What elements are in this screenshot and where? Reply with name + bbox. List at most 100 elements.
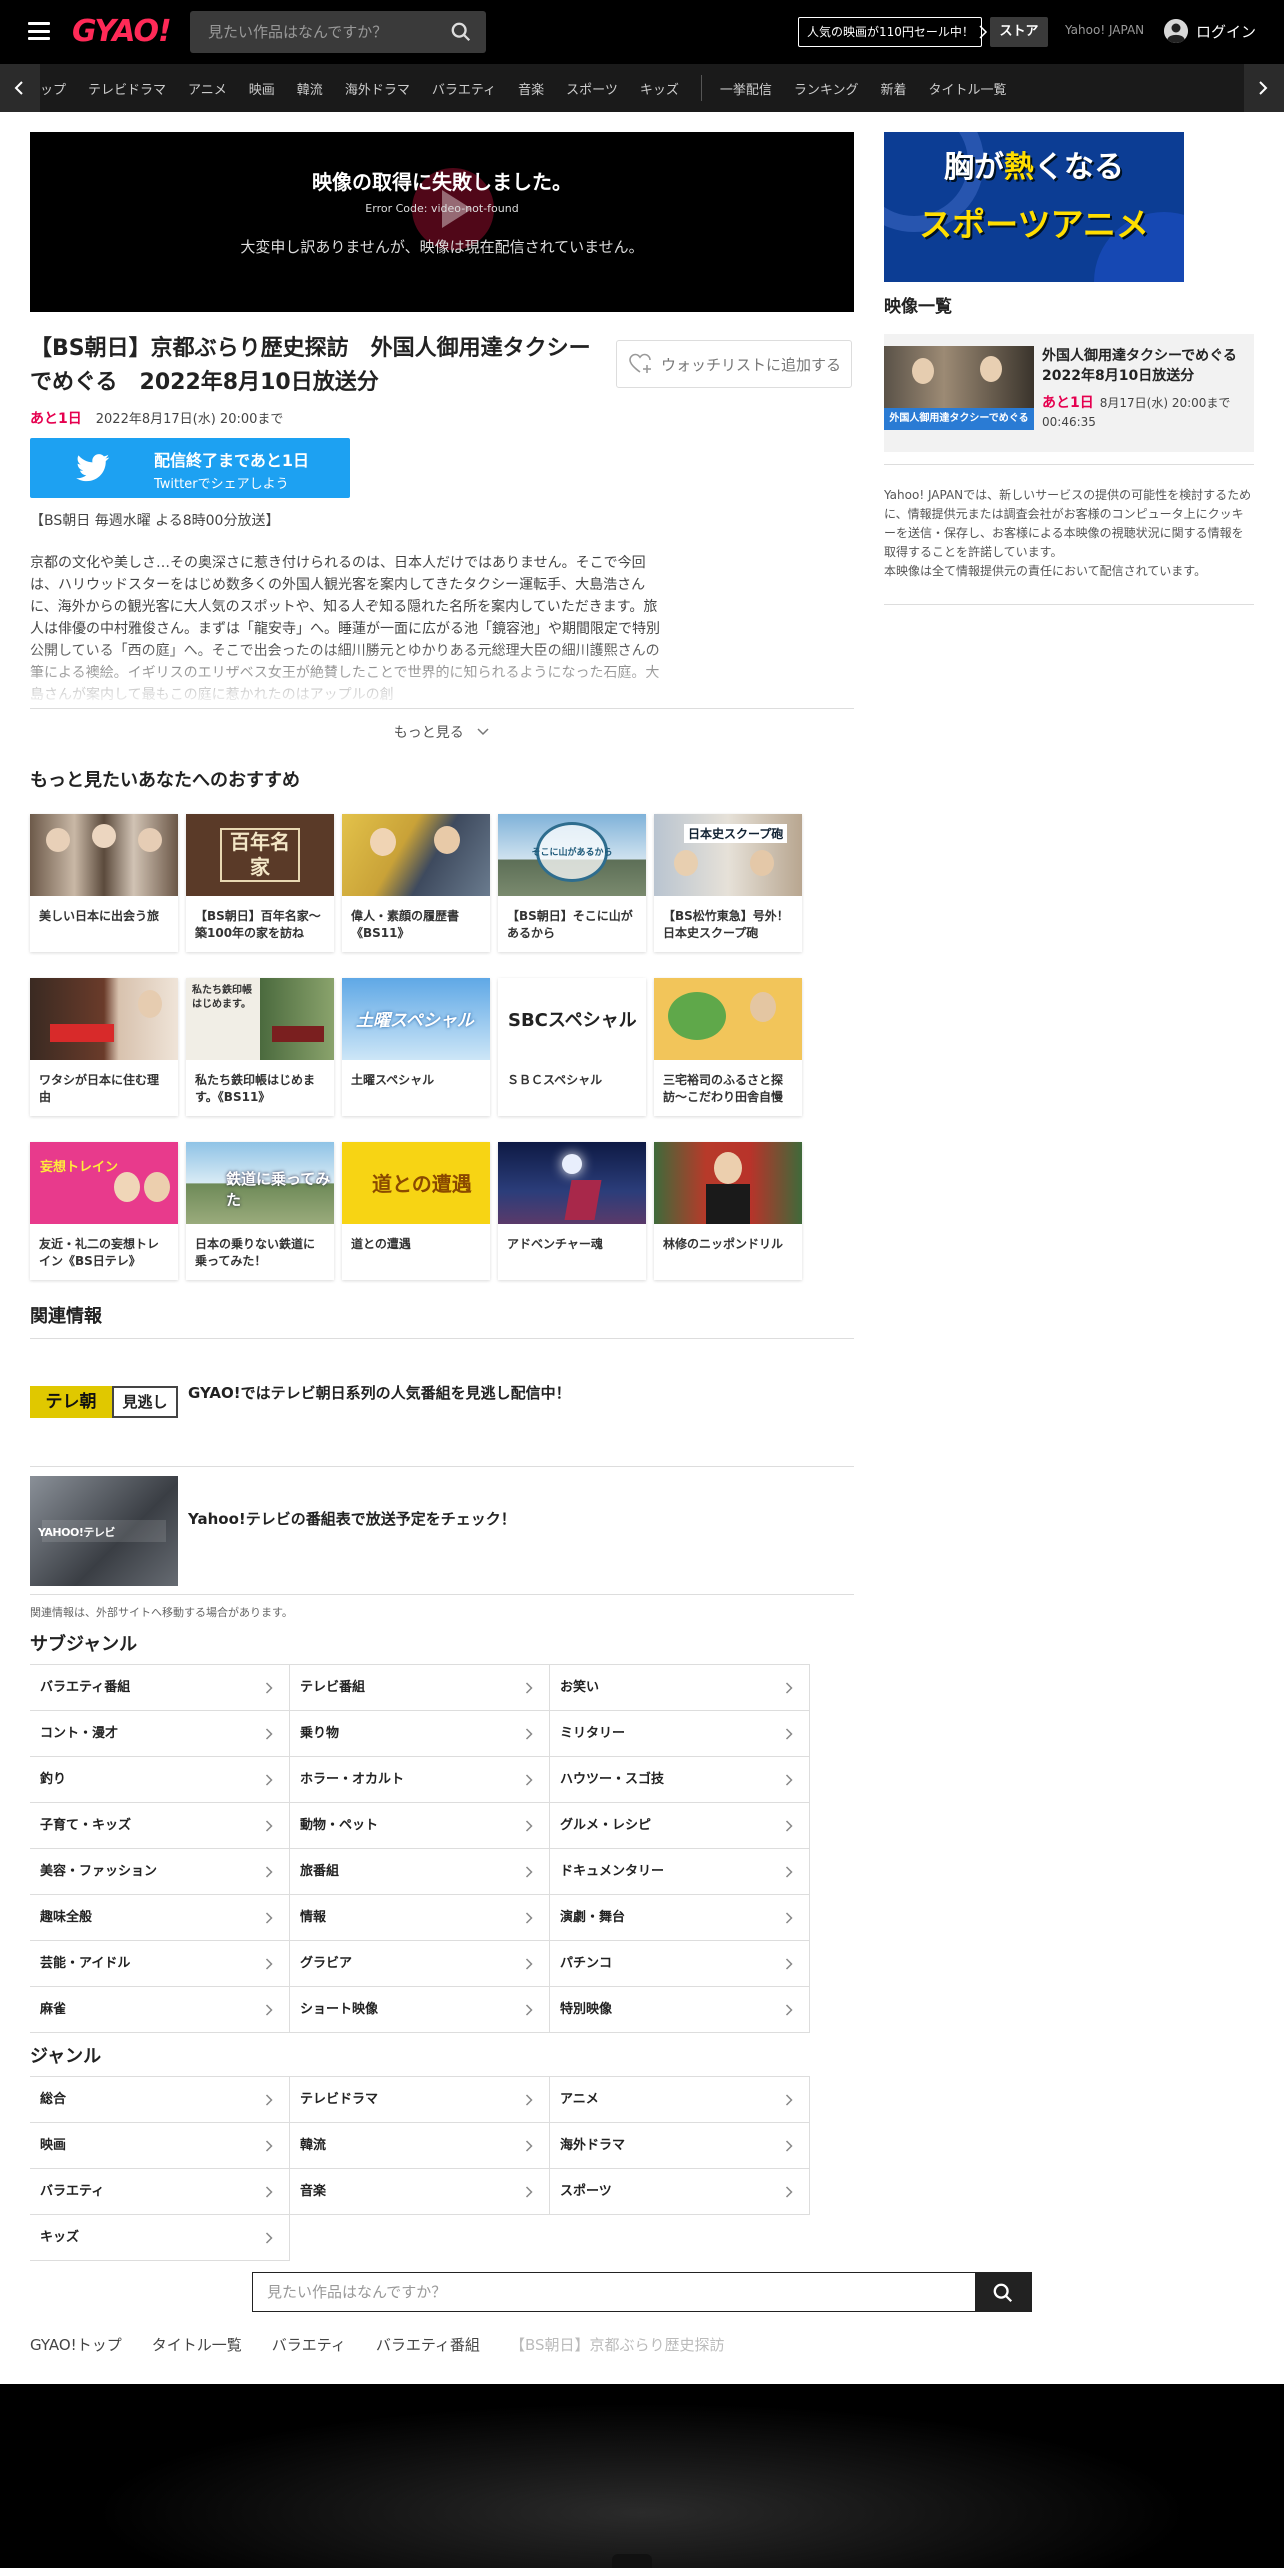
search-input[interactable] xyxy=(190,11,440,53)
store-button[interactable]: ストア xyxy=(990,17,1048,47)
recommend-card[interactable]: 百年名家 【BS朝日】百年名家～築100年の家を訪ね xyxy=(186,814,334,952)
nav-item[interactable]: タイトル一覧 xyxy=(929,79,1007,98)
genre-item[interactable]: 海外ドラマ xyxy=(550,2123,810,2169)
subgenre-item-label: 釣り xyxy=(40,1772,67,1787)
recommend-card[interactable]: 道との遭遇 道との遭遇 xyxy=(342,1142,490,1280)
subgenre-item[interactable]: 特別映像 xyxy=(550,1987,810,2033)
footer-tab[interactable] xyxy=(612,2554,652,2568)
bottom-search-button[interactable] xyxy=(975,2273,1031,2311)
nav-item[interactable]: 韓流 xyxy=(297,79,323,98)
subgenre-item[interactable]: グルメ・レシピ xyxy=(550,1803,810,1849)
chevron-right-icon xyxy=(525,1912,533,1924)
subgenre-item[interactable]: ミリタリー xyxy=(550,1711,810,1757)
subgenre-item[interactable]: 美容・ファッション xyxy=(30,1849,290,1895)
subgenre-item[interactable]: 芸能・アイドル xyxy=(30,1941,290,1987)
subgenre-item[interactable]: コント・漫才 xyxy=(30,1711,290,1757)
nav-item[interactable]: キッズ xyxy=(640,79,679,98)
recommend-card[interactable]: 私たち鉄印帳はじめます。 私たち鉄印帳はじめます。《BS11》 xyxy=(186,978,334,1116)
recommend-card[interactable]: ワタシが日本に住む理由 xyxy=(30,978,178,1116)
subgenre-item[interactable]: 子育て・キッズ xyxy=(30,1803,290,1849)
genre-item[interactable]: 総合 xyxy=(30,2077,290,2123)
subgenre-item[interactable]: 麻雀 xyxy=(30,1987,290,2033)
watchlist-button[interactable]: ウォッチリストに追加する xyxy=(616,340,852,388)
genre-item[interactable]: アニメ xyxy=(550,2077,810,2123)
subgenre-item[interactable]: グラビア xyxy=(290,1941,550,1987)
recommend-card[interactable]: SBCスペシャル ＳＢＣスペシャル xyxy=(498,978,646,1116)
nav-next-button[interactable] xyxy=(1244,64,1284,112)
subgenre-item[interactable]: テレビ番組 xyxy=(290,1665,550,1711)
breadcrumb-item[interactable]: バラエティ xyxy=(272,2334,346,2355)
recommend-card[interactable]: そこに山があるから 【BS朝日】そこに山があるから xyxy=(498,814,646,952)
bottom-search-input[interactable] xyxy=(253,2273,973,2311)
sports-anime-banner[interactable]: 胸が熱くなる スポーツアニメ xyxy=(884,132,1184,282)
thumbnail: 土曜スペシャル xyxy=(342,978,490,1060)
nav-item[interactable]: 音楽 xyxy=(518,79,544,98)
subgenre-item-label: 麻雀 xyxy=(40,2002,67,2017)
episode-card[interactable]: 外国人御用達タクシーでめぐる 外国人御用達タクシーでめぐる 2022年8月10日… xyxy=(884,334,1254,452)
privacy-notice: Yahoo! JAPANでは、新しいサービスの提供の可能性を検討するために、情報… xyxy=(884,486,1254,581)
recommend-card[interactable]: 偉人・素顔の履歴書《BS11》 xyxy=(342,814,490,952)
breadcrumb-item[interactable]: バラエティ番組 xyxy=(376,2334,480,2355)
nav-prev-button[interactable] xyxy=(0,64,40,112)
login-button[interactable]: ログイン xyxy=(1164,19,1256,43)
subgenre-item[interactable]: 乗り物 xyxy=(290,1711,550,1757)
recommend-card[interactable]: 三宅裕司のふるさと探訪～こだわり田舎自慢 xyxy=(654,978,802,1116)
subgenre-item[interactable]: ホラー・オカルト xyxy=(290,1757,550,1803)
remaining-days: あと1日 xyxy=(30,411,82,427)
genre-item[interactable]: 音楽 xyxy=(290,2169,550,2215)
nav-item[interactable]: 新着 xyxy=(880,79,906,98)
nav-item[interactable]: 一挙配信 xyxy=(720,79,772,98)
genre-item[interactable]: 映画 xyxy=(30,2123,290,2169)
subgenre-heading: サブジャンル xyxy=(30,1634,138,1655)
subgenre-item[interactable]: パチンコ xyxy=(550,1941,810,1987)
genre-item[interactable]: 韓流 xyxy=(290,2123,550,2169)
subgenre-item[interactable]: ハウツー・スゴ技 xyxy=(550,1757,810,1803)
nav-item[interactable]: ランキング xyxy=(794,79,859,98)
card-title: アドベンチャー魂 xyxy=(507,1237,603,1251)
sale-banner[interactable]: 人気の映画が110円セール中！ xyxy=(798,17,982,47)
recommend-card[interactable]: 土曜スペシャル 土曜スペシャル xyxy=(342,978,490,1116)
nav-item[interactable]: 海外ドラマ xyxy=(345,79,410,98)
nav-item[interactable]: ップ xyxy=(40,79,66,98)
breadcrumb-item[interactable]: タイトル一覧 xyxy=(152,2334,242,2355)
recommend-card[interactable]: 鉄道に乗ってみた 日本の乗りない鉄道に乗ってみた！ xyxy=(186,1142,334,1280)
menu-icon[interactable] xyxy=(28,22,50,40)
recommend-card[interactable]: 日本史スクープ砲 【BS松竹東急】号外！日本史スクープ砲 xyxy=(654,814,802,952)
nav-item[interactable]: アニメ xyxy=(188,79,227,98)
episode-until: 8月17日(水) 20:00まで xyxy=(1099,396,1231,410)
chevron-right-icon xyxy=(525,2140,533,2152)
nav-item[interactable]: 映画 xyxy=(249,79,275,98)
subgenre-item[interactable]: バラエティ番組 xyxy=(30,1665,290,1711)
genre-item[interactable]: スポーツ xyxy=(550,2169,810,2215)
subgenre-item[interactable]: 演劇・舞台 xyxy=(550,1895,810,1941)
nav-item[interactable]: テレビドラマ xyxy=(88,79,166,98)
subgenre-item[interactable]: 旅番組 xyxy=(290,1849,550,1895)
genre-item[interactable]: テレビドラマ xyxy=(290,2077,550,2123)
related-note: 関連情報は、外部サイトへ移動する場合があります。 xyxy=(30,1606,293,1619)
genre-item[interactable]: バラエティ xyxy=(30,2169,290,2215)
subgenre-item[interactable]: 釣り xyxy=(30,1757,290,1803)
thumbnail: 妄想トレイン xyxy=(30,1142,178,1224)
subgenre-item[interactable]: ドキュメンタリー xyxy=(550,1849,810,1895)
yahoo-japan-link[interactable]: Yahoo! JAPAN xyxy=(1065,23,1144,37)
subgenre-item-label: バラエティ番組 xyxy=(40,1680,131,1695)
breadcrumb-item[interactable]: GYAO!トップ xyxy=(30,2334,122,2355)
more-button[interactable]: もっと見る xyxy=(30,722,854,742)
subgenre-item[interactable]: 趣味全般 xyxy=(30,1895,290,1941)
recommend-card[interactable]: 美しい日本に出会う旅 xyxy=(30,814,178,952)
recommend-card[interactable]: アドベンチャー魂 xyxy=(498,1142,646,1280)
nav-item[interactable]: スポーツ xyxy=(566,79,618,98)
twitter-share-button[interactable]: 配信終了まであと1日 Twitterでシェアしよう xyxy=(30,438,350,498)
genre-item[interactable]: キッズ xyxy=(30,2215,290,2261)
nav-item[interactable]: バラエティ xyxy=(432,79,496,98)
search-icon[interactable] xyxy=(450,21,472,43)
video-player[interactable]: 映像の取得に失敗しました。 Error Code: video-not-foun… xyxy=(30,132,854,312)
subgenre-item[interactable]: 動物・ペット xyxy=(290,1803,550,1849)
genre-nav: ップ テレビドラマ アニメ 映画 韓流 海外ドラマ バラエティ 音楽 スポーツ … xyxy=(0,64,1284,112)
logo[interactable]: GYAO! xyxy=(72,14,172,49)
recommend-card[interactable]: 林修のニッポンドリル xyxy=(654,1142,802,1280)
subgenre-item[interactable]: ショート映像 xyxy=(290,1987,550,2033)
subgenre-item[interactable]: 情報 xyxy=(290,1895,550,1941)
subgenre-item[interactable]: お笑い xyxy=(550,1665,810,1711)
recommend-card[interactable]: 妄想トレイン 友近・礼二の妄想トレイン《BS日テレ》 xyxy=(30,1142,178,1280)
